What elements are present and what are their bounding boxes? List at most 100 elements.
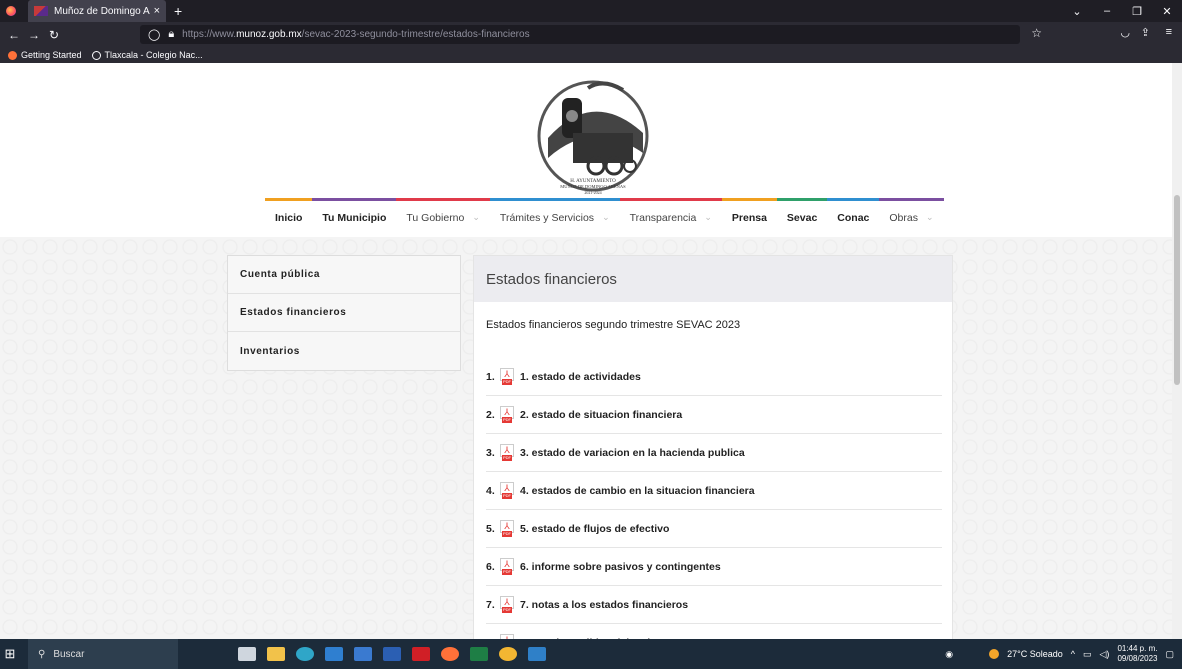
pocket-icon[interactable]: ◡ bbox=[1120, 26, 1130, 39]
bookmark-star-icon[interactable]: ☆ bbox=[1031, 26, 1042, 40]
notifications-icon[interactable]: ▢ bbox=[1165, 649, 1174, 660]
edge-icon[interactable] bbox=[296, 647, 314, 661]
volume-icon[interactable]: ◁) bbox=[1100, 649, 1110, 660]
minimize-icon[interactable]: – bbox=[1092, 5, 1122, 17]
page-title: Estados financieros bbox=[474, 256, 952, 302]
store-icon[interactable] bbox=[325, 647, 343, 661]
system-tray: ◉ 27°C Soleado ^ ▭ ◁) 01:44 p. m. 09/08/… bbox=[937, 639, 1182, 669]
excel-icon[interactable] bbox=[470, 647, 488, 661]
chevron-down-icon: ⌄ bbox=[704, 212, 712, 222]
shield-icon[interactable]: ◯ bbox=[148, 28, 160, 41]
menu-icon[interactable]: ≡ bbox=[1166, 26, 1172, 38]
bookmark-getting-started[interactable]: Getting Started bbox=[8, 50, 82, 60]
taskbar-search[interactable]: ⚲ Buscar bbox=[28, 639, 178, 669]
teams-icon[interactable] bbox=[528, 647, 546, 661]
main-menu: Inicio Tu Municipio Tu Gobierno ⌄ Trámite… bbox=[265, 198, 953, 234]
document-item[interactable]: 8.⅄PDF8. estado analitico del activo bbox=[486, 624, 942, 639]
web-page: H. AYUNTAMIENTO MUÑOZ DE DOMINGO ARENAS … bbox=[0, 63, 1172, 639]
document-link[interactable]: 7. notas a los estados financieros bbox=[520, 599, 688, 611]
document-number: 5. bbox=[486, 522, 495, 535]
restore-icon[interactable]: ❐ bbox=[1122, 5, 1152, 18]
pdf-icon: ⅄PDF bbox=[500, 519, 514, 538]
menu-tu-municipio[interactable]: Tu Municipio bbox=[312, 198, 397, 234]
document-number: 1. bbox=[486, 370, 495, 383]
sidebar-item-inventarios[interactable]: Inventarios bbox=[228, 332, 460, 370]
search-icon: ⚲ bbox=[38, 648, 46, 660]
menu-tu-gobierno[interactable]: Tu Gobierno ⌄ bbox=[396, 198, 490, 234]
chrome-icon[interactable] bbox=[499, 647, 517, 661]
lock-icon[interactable]: 🔒︎ bbox=[168, 28, 174, 41]
menu-transparencia[interactable]: Transparencia ⌄ bbox=[619, 198, 722, 234]
document-item[interactable]: 4. ⅄ PDF 4. estados de cambio en la situaci… bbox=[486, 472, 942, 510]
date: 09/08/2023 bbox=[1117, 654, 1158, 663]
document-item[interactable]: 1. ⅄ PDF 1. estado de actividades bbox=[486, 358, 942, 396]
network-icon[interactable]: ▭ bbox=[1083, 649, 1092, 660]
document-list: 1. ⅄ PDF 1. estado de actividades 2. ⅄ PDF 2. e… bbox=[486, 358, 942, 639]
menu-inicio[interactable]: Inicio bbox=[265, 198, 313, 234]
search-placeholder: Buscar bbox=[53, 648, 85, 660]
menu-conac[interactable]: Conac bbox=[827, 198, 880, 234]
menu-label: Inicio bbox=[275, 211, 303, 224]
chevron-down-icon: ⌄ bbox=[472, 212, 480, 222]
forward-icon[interactable]: → bbox=[24, 28, 44, 42]
scrollbar-thumb[interactable] bbox=[1174, 195, 1180, 385]
tab-list-icon[interactable]: ⌄ bbox=[1062, 5, 1092, 18]
document-link[interactable]: 5. estado de flujos de efectivo bbox=[520, 523, 669, 535]
document-link[interactable]: 2. estado de situacion financiera bbox=[520, 409, 682, 421]
document-link[interactable]: 3. estado de variacion en la hacienda pu… bbox=[520, 447, 745, 459]
windows-start-icon[interactable]: ⊞ bbox=[0, 639, 20, 669]
chevron-up-icon[interactable]: ^ bbox=[1071, 649, 1075, 659]
word-icon[interactable] bbox=[383, 647, 401, 661]
netflix-icon[interactable] bbox=[412, 647, 430, 661]
document-link[interactable]: 6. informe sobre pasivos y contingentes bbox=[520, 561, 721, 573]
help-icon[interactable]: ◉ bbox=[945, 649, 953, 660]
sidebar-item-estados-financieros[interactable]: Estados financieros bbox=[228, 294, 460, 332]
extensions-icon[interactable]: ⇪ bbox=[1141, 26, 1150, 39]
menu-obras[interactable]: Obras ⌄ bbox=[879, 198, 944, 234]
menu-label: Tu Gobierno bbox=[406, 211, 465, 224]
firefox-icon[interactable] bbox=[441, 647, 459, 661]
municipality-logo[interactable]: H. AYUNTAMIENTO MUÑOZ DE DOMINGO ARENAS … bbox=[528, 78, 658, 202]
url-host: munoz.gob.mx bbox=[236, 29, 302, 40]
back-icon[interactable]: ← bbox=[4, 28, 24, 42]
bookmark-label: Tlaxcala - Colegio Nac... bbox=[104, 50, 203, 60]
mail-icon[interactable] bbox=[354, 647, 372, 661]
new-tab-button[interactable]: + bbox=[174, 3, 182, 19]
reload-icon[interactable]: ↻ bbox=[44, 28, 64, 42]
bookmark-label: Getting Started bbox=[21, 50, 82, 60]
menu-tramites[interactable]: Trámites y Servicios ⌄ bbox=[489, 198, 620, 234]
chevron-down-icon: ⌄ bbox=[925, 212, 934, 222]
document-item[interactable]: 7. ⅄ PDF 7. notas a los estados financieros bbox=[486, 586, 942, 624]
scrollbar[interactable] bbox=[1172, 63, 1182, 639]
menu-label: Obras bbox=[889, 211, 918, 224]
pdf-icon: ⅄PDF bbox=[500, 405, 514, 424]
pdf-icon: ⅄PDF bbox=[500, 595, 514, 614]
firefox-icon[interactable] bbox=[0, 0, 22, 22]
weather-text[interactable]: 27°C Soleado bbox=[1007, 649, 1063, 659]
clock[interactable]: 01:44 p. m. 09/08/2023 bbox=[1117, 644, 1157, 664]
task-view-icon[interactable] bbox=[238, 647, 256, 661]
url-path: /sevac-2023-segundo-trimestre/estados-fi… bbox=[301, 29, 530, 40]
tab-title: Muñoz de Domingo Arenas bbox=[54, 5, 150, 17]
bookmark-tlaxcala[interactable]: Tlaxcala - Colegio Nac... bbox=[91, 50, 203, 60]
file-explorer-icon[interactable] bbox=[267, 647, 285, 661]
pdf-icon: ⅄PDF bbox=[500, 367, 514, 386]
browser-tab[interactable]: Muñoz de Domingo Arenas × bbox=[28, 0, 166, 22]
document-item[interactable]: 2. ⅄ PDF 2. estado de situacion financiera bbox=[486, 396, 942, 434]
globe-icon bbox=[91, 50, 101, 60]
menu-prensa[interactable]: Prensa bbox=[721, 198, 777, 234]
address-bar[interactable]: ◯ 🔒︎ https://www. munoz.gob.mx /sevac-20… bbox=[140, 25, 1020, 44]
site-favicon-icon bbox=[34, 6, 48, 16]
weather-sun-icon bbox=[989, 649, 1000, 659]
document-link[interactable]: 4. estados de cambio en la situacion fin… bbox=[520, 485, 755, 497]
document-item[interactable]: 6. ⅄ PDF 6. informe sobre pasivos y conting… bbox=[486, 548, 942, 586]
sidebar-item-cuenta-publica[interactable]: Cuenta pública bbox=[228, 256, 460, 294]
close-tab-icon[interactable]: × bbox=[154, 5, 160, 17]
document-link[interactable]: 1. estado de actividades bbox=[520, 371, 641, 383]
document-item[interactable]: 3. ⅄ PDF 3. estado de variacion en la hacie… bbox=[486, 434, 942, 472]
close-window-icon[interactable]: ✕ bbox=[1152, 5, 1182, 18]
document-item[interactable]: 5. ⅄ PDF 5. estado de flujos de efectivo bbox=[486, 510, 942, 548]
menu-sevac[interactable]: Sevac bbox=[776, 198, 828, 234]
firefox-icon bbox=[8, 50, 17, 60]
window-controls: ⌄ – ❐ ✕ bbox=[1062, 0, 1182, 22]
